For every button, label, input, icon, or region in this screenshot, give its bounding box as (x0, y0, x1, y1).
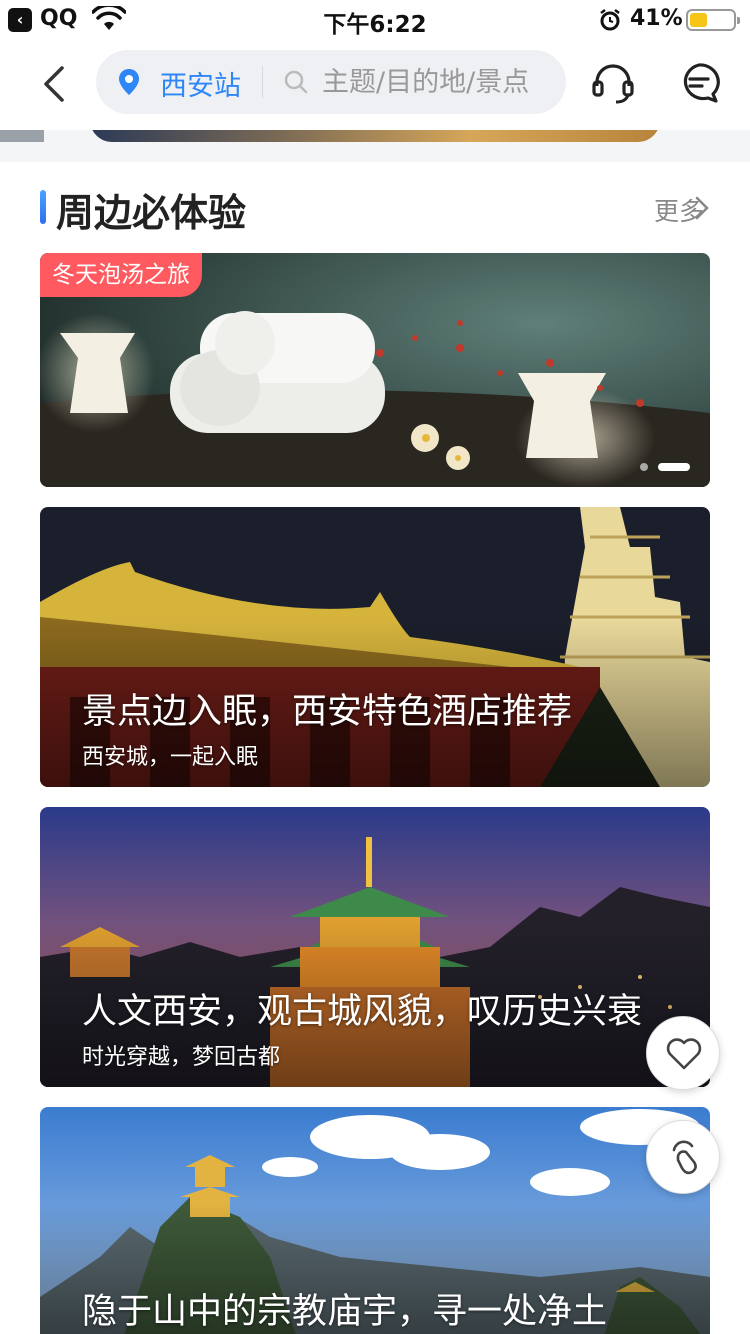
experience-card-hotels[interactable]: 景点边入眠，西安特色酒店推荐 西安城，一起入眠 (40, 507, 710, 787)
card-title: 景点边入眠，西安特色酒店推荐 (82, 692, 573, 732)
section-title: 周边必体验 (56, 191, 247, 235)
location-selector[interactable]: 西安站 (160, 64, 241, 103)
chevron-right-icon[interactable] (694, 194, 710, 222)
carousel-dots (640, 463, 700, 471)
banner-remnant-left (0, 130, 44, 142)
battery-icon (686, 9, 740, 31)
carousel-dot (640, 463, 648, 471)
battery-nub (737, 17, 740, 24)
section-accent-bar (40, 190, 46, 224)
battery-fill (690, 13, 707, 27)
search-input[interactable] (322, 62, 552, 102)
search-icon (284, 70, 308, 94)
heart-icon (666, 1038, 702, 1070)
card-title: 隐于山中的宗教庙宇，寻一处净土 (82, 1292, 608, 1332)
search-divider (262, 66, 263, 98)
nav-bar: 西安站 (0, 40, 750, 130)
card-subtitle: 西安城，一起入眠 (82, 745, 259, 770)
banner-remnant (0, 130, 750, 162)
headset-icon[interactable] (592, 62, 634, 104)
card-tag: 冬天泡汤之旅 (40, 253, 202, 297)
experience-card-culture[interactable]: 人文西安，观古城风貌，叹历史兴衰 时光穿越，梦回古都 (40, 807, 710, 1087)
card-subtitle: 时光穿越，梦回古都 (82, 1045, 281, 1070)
search-box[interactable]: 西安站 (96, 50, 566, 114)
map-pin-icon (119, 69, 139, 95)
experience-card-temples[interactable]: 隐于山中的宗教庙宇，寻一处净土 (40, 1107, 710, 1334)
banner-remnant-image (90, 130, 660, 142)
favorite-button[interactable] (646, 1016, 720, 1090)
assistant-icon (672, 1140, 697, 1175)
chat-bubble-icon[interactable] (678, 62, 720, 104)
card-title: 人文西安，观古城风貌，叹历史兴衰 (82, 992, 643, 1032)
carousel-dot-active (658, 463, 690, 471)
battery-percent: 41% (630, 6, 683, 31)
back-chevron-icon[interactable] (36, 64, 72, 104)
assistant-button[interactable] (646, 1120, 720, 1194)
section-header: 周边必体验 更多 (0, 162, 750, 252)
status-bar: ‹ QQ 下午6:22 41% (0, 0, 750, 40)
alarm-icon (600, 9, 620, 31)
experience-card-hot-spring[interactable]: 冬天泡汤之旅 (40, 253, 710, 487)
